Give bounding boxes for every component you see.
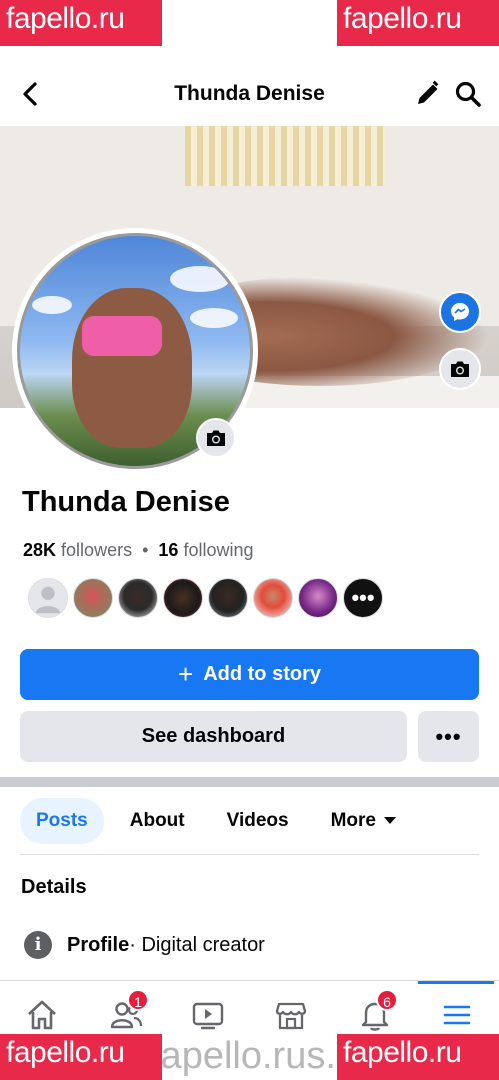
watermark-url: fapello.rus.com/thu: [150, 1035, 350, 1077]
avatar-cloud: [170, 266, 230, 292]
tab-videos[interactable]: Videos: [211, 798, 305, 844]
tab-more[interactable]: More: [315, 798, 412, 844]
watermark-bottom-left: fapello.ru: [0, 1034, 162, 1080]
avatar-cloud: [32, 296, 72, 314]
messenger-icon[interactable]: [439, 291, 481, 333]
tab-posts[interactable]: Posts: [20, 798, 104, 844]
nav-notifications[interactable]: 6: [350, 989, 400, 1035]
follower-avatar[interactable]: [298, 578, 338, 618]
tab-more-label: More: [330, 810, 376, 831]
top-bar: Thunda Denise: [0, 64, 499, 124]
tabs-divider: [20, 854, 479, 855]
info-icon: i: [24, 931, 52, 959]
see-dashboard-label: See dashboard: [141, 725, 286, 747]
followers-count: 28K: [23, 540, 57, 560]
profile-name: Thunda Denise: [22, 486, 230, 518]
details-heading: Details: [21, 876, 87, 898]
follow-counts[interactable]: 28K followers • 16 following: [23, 540, 254, 561]
notifications-badge: 6: [376, 989, 398, 1011]
nav-home[interactable]: [17, 995, 67, 1035]
search-icon[interactable]: [454, 80, 482, 108]
edit-pencil-icon[interactable]: [414, 80, 442, 108]
friends-badge: 1: [127, 989, 149, 1011]
more-options-button[interactable]: •••: [418, 711, 479, 762]
avatar-clothing: [82, 316, 162, 356]
follower-avatar[interactable]: [163, 578, 203, 618]
nav-friends[interactable]: 1: [101, 989, 151, 1035]
section-divider: [0, 777, 499, 787]
followers-label: followers: [61, 540, 133, 560]
watermark-top-right: fapello.ru: [337, 0, 499, 46]
caret-down-icon: [384, 817, 396, 825]
follower-avatars: •••: [28, 578, 388, 618]
detail-profile-row: i Profile · Digital creator: [24, 931, 265, 959]
follower-avatar[interactable]: [208, 578, 248, 618]
nav-marketplace[interactable]: [266, 995, 316, 1035]
profile-camera-icon[interactable]: [196, 418, 236, 458]
menu-icon: [443, 1005, 471, 1025]
cover-camera-icon[interactable]: [439, 348, 481, 390]
more-followers-button[interactable]: •••: [343, 578, 383, 618]
nav-menu[interactable]: [432, 995, 482, 1035]
following-count: 16: [158, 540, 179, 560]
nav-video[interactable]: [183, 995, 233, 1035]
following-label: following: [183, 540, 254, 560]
active-tab-indicator: [418, 981, 494, 984]
count-separator: •: [142, 540, 149, 560]
detail-label: Profile: [67, 933, 130, 956]
cover-wall-art: [185, 126, 385, 186]
video-icon: [192, 1002, 224, 1030]
follower-avatar[interactable]: [253, 578, 293, 618]
plus-icon: +: [178, 659, 194, 689]
see-dashboard-button[interactable]: See dashboard: [20, 711, 407, 762]
detail-value: · Digital creator: [129, 933, 265, 956]
marketplace-icon: [275, 1002, 307, 1030]
profile-tabs: Posts About Videos More: [20, 798, 422, 844]
tab-about[interactable]: About: [114, 798, 201, 844]
follower-avatar[interactable]: [28, 578, 68, 618]
watermark-bottom-right: fapello.ru: [337, 1034, 499, 1080]
avatar-person: [72, 288, 192, 448]
add-to-story-label: Add to story: [203, 663, 321, 685]
follower-avatar[interactable]: [118, 578, 158, 618]
watermark-top-left: fapello.ru: [0, 0, 162, 46]
add-to-story-button[interactable]: + Add to story: [20, 649, 479, 700]
avatar-cloud: [190, 308, 238, 328]
follower-avatar[interactable]: [73, 578, 113, 618]
home-icon: [28, 1000, 56, 1030]
